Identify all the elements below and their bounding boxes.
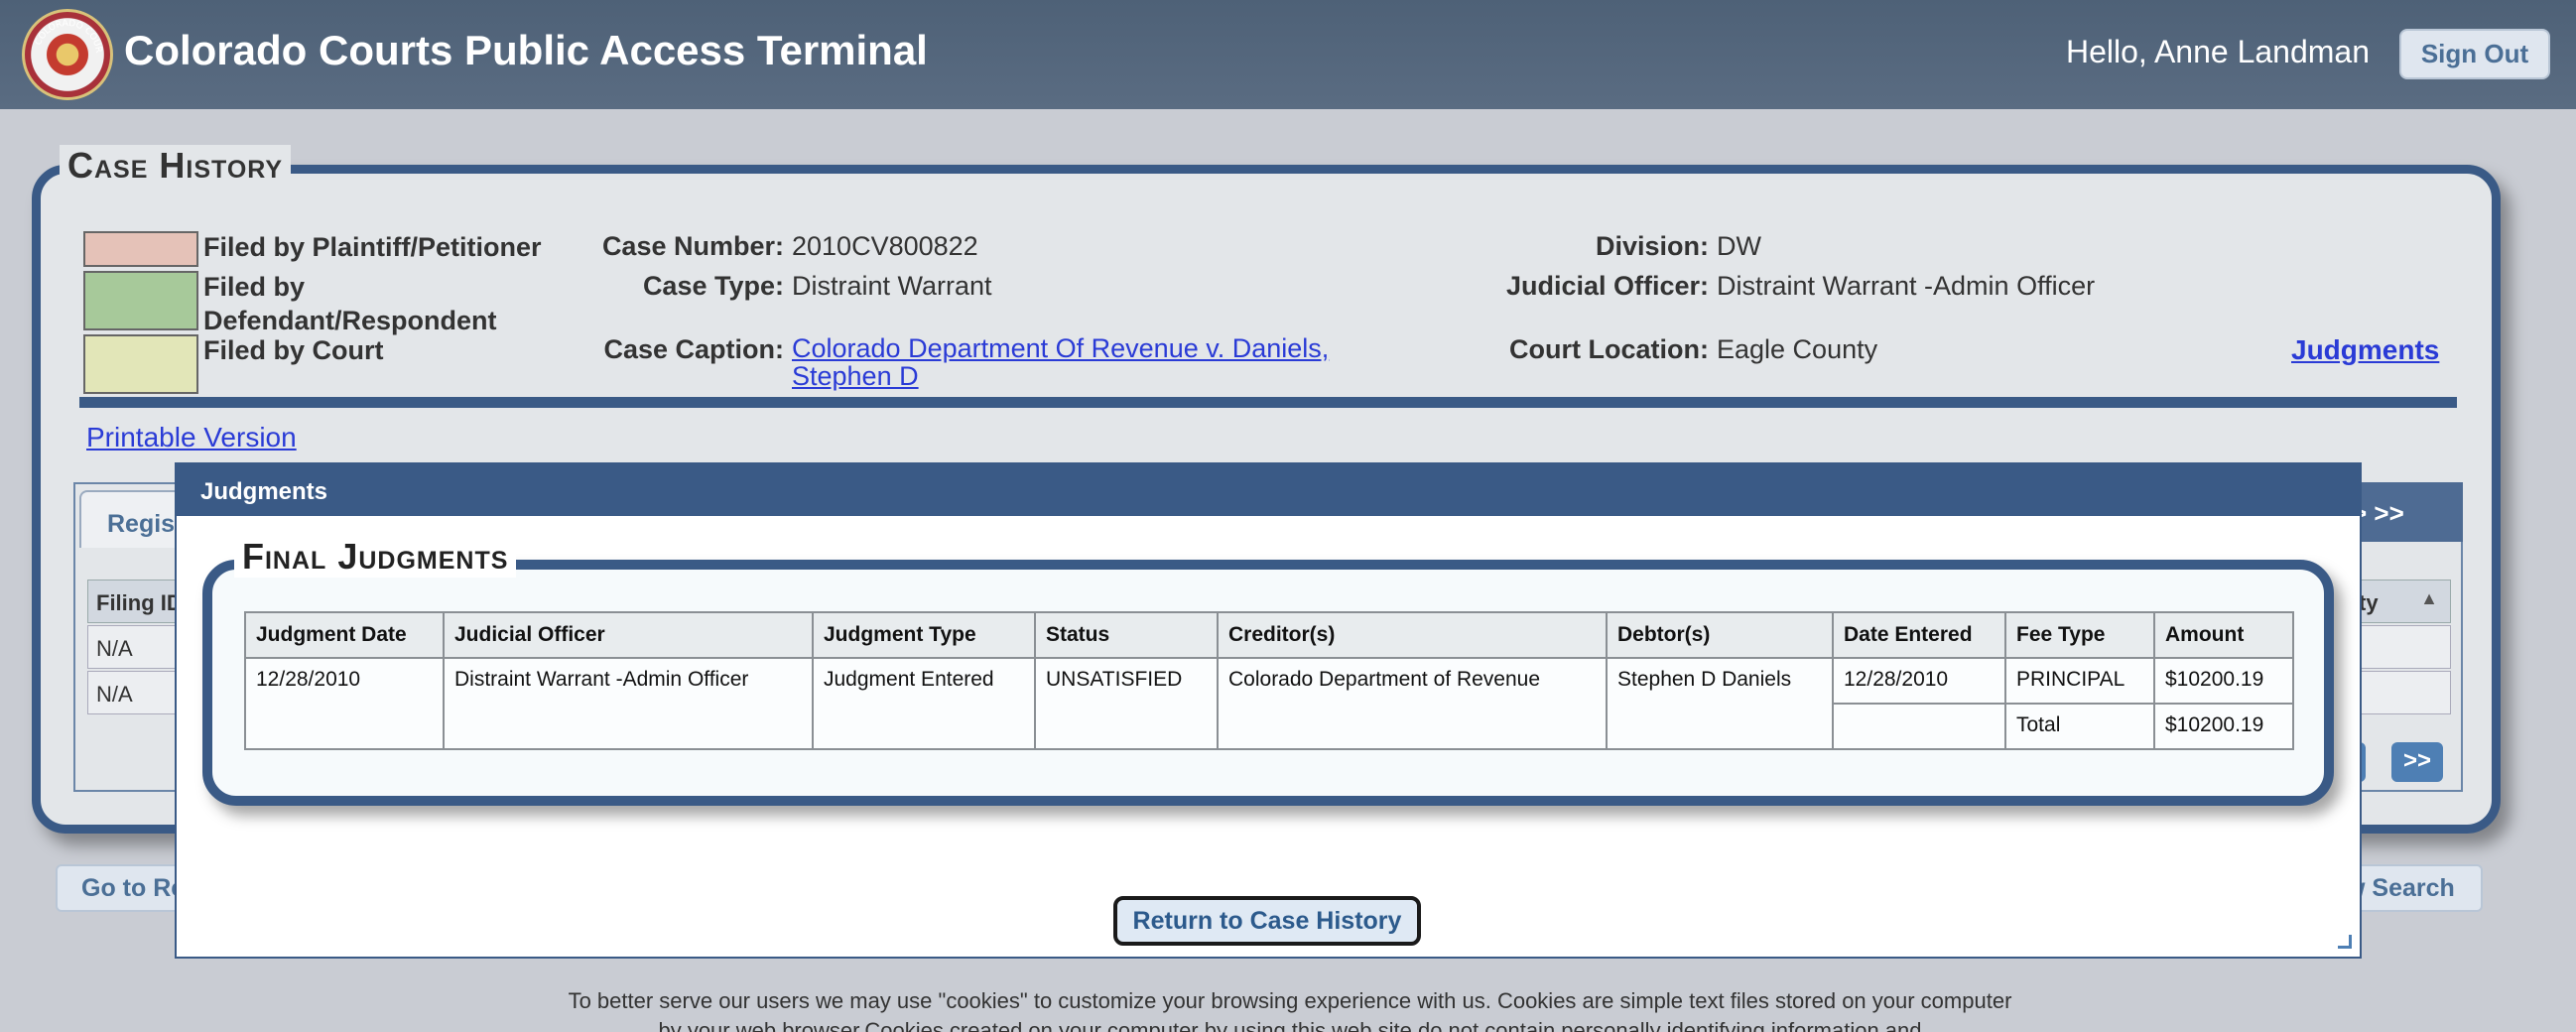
judgments-table: Judgment Date Judicial Officer Judgment … (244, 611, 2294, 750)
total-label-cell: Total (2004, 703, 2155, 750)
plaintiff-color-swatch (83, 231, 198, 267)
case-type-label: Case Type: (642, 271, 784, 301)
division-value: DW (1717, 231, 1761, 261)
column-header: Judgment Date (244, 611, 445, 659)
filing-id-cell: N/A (87, 625, 187, 669)
right-column-header[interactable]: ty ▲ (2352, 580, 2451, 623)
column-header: Debtor(s) (1606, 611, 1834, 659)
date-entered-cell: 12/28/2010 (1832, 657, 2006, 705)
debtor-cell: Stephen D Daniels (1606, 657, 1834, 750)
status-cell: UNSATISFIED (1034, 657, 1219, 750)
right-column-cell (2352, 625, 2451, 669)
column-header: Judicial Officer (443, 611, 814, 659)
colorado-courts-seal-icon: COLORADO COURTS (22, 9, 113, 100)
table-header-row: Judgment Date Judicial Officer Judgment … (244, 611, 2294, 659)
defendant-color-swatch (83, 271, 198, 330)
case-number-value: 2010CV800822 (792, 231, 978, 261)
case-history-heading: Case History (60, 145, 292, 187)
column-header: Judgment Type (812, 611, 1036, 659)
judicial-officer-cell: Distraint Warrant -Admin Officer (443, 657, 814, 750)
printable-version-link[interactable]: Printable Version (86, 422, 297, 453)
user-greeting: Hello, Anne Landman (2066, 34, 2370, 69)
court-location-label: Court Location: (1509, 334, 1709, 364)
case-number-label: Case Number: (601, 231, 784, 261)
last-page-button[interactable]: >> (2391, 742, 2443, 782)
legend-court-label: Filed by Court (203, 335, 384, 365)
column-header: Status (1034, 611, 1219, 659)
column-header: Amount (2153, 611, 2294, 659)
column-header: Creditor(s) (1217, 611, 1608, 659)
case-caption-link[interactable]: Colorado Department Of Revenue v. Daniel… (792, 334, 1348, 390)
case-type-value: Distraint Warrant (792, 271, 992, 301)
sign-out-button[interactable]: Sign Out (2399, 29, 2550, 79)
total-amount-cell: $10200.19 (2153, 703, 2294, 750)
judicial-officer-label: Judicial Officer: (1505, 271, 1709, 301)
filing-id-column-header[interactable]: Filing ID (87, 580, 187, 623)
judgments-dialog: Judgments Final Judgments Judgment Date … (175, 462, 2362, 959)
fee-type-cell: PRINCIPAL (2004, 657, 2155, 705)
resize-handle-icon[interactable] (2338, 935, 2352, 949)
filing-id-cell: N/A (87, 671, 187, 714)
right-column-cell (2352, 671, 2451, 714)
amount-cell: $10200.19 (2153, 657, 2294, 705)
court-location-value: Eagle County (1717, 334, 1878, 364)
division-label: Division: (1595, 231, 1709, 261)
judgments-link[interactable]: Judgments (2291, 334, 2439, 366)
app-title: Colorado Courts Public Access Terminal (124, 27, 928, 73)
tab-register[interactable]: Regis (79, 490, 189, 548)
column-header: Fee Type (2004, 611, 2155, 659)
judgment-date-cell: 12/28/2010 (244, 657, 445, 750)
table-row: 12/28/2010 Distraint Warrant -Admin Offi… (244, 657, 2294, 750)
new-search-button[interactable]: w Search (2342, 864, 2483, 912)
dialog-title: Judgments (177, 464, 2360, 516)
return-to-case-history-button[interactable]: Return to Case History (1113, 896, 1421, 946)
legend-plaintiff-label: Filed by Plaintiff/Petitioner (203, 232, 542, 262)
header-bar: COLORADO COURTS Colorado Courts Public A… (0, 0, 2576, 109)
judgment-type-cell: Judgment Entered (812, 657, 1036, 750)
empty-cell (1832, 703, 2006, 750)
final-judgments-heading: Final Judgments (234, 536, 517, 578)
cookie-notice: To better serve our users we may use "co… (568, 988, 2012, 1032)
case-caption-label: Case Caption: (603, 334, 784, 364)
legend-defendant-label: Filed by Defendant/Respondent (203, 272, 497, 335)
creditor-cell: Colorado Department of Revenue (1217, 657, 1608, 750)
section-divider (79, 397, 2457, 408)
column-header: Date Entered (1832, 611, 2006, 659)
judicial-officer-value: Distraint Warrant -Admin Officer (1717, 271, 2096, 301)
sort-icon: ▲ (2420, 588, 2438, 608)
court-color-swatch (83, 334, 198, 394)
svg-text:COLORADO COURTS: COLORADO COURTS (25, 12, 103, 54)
